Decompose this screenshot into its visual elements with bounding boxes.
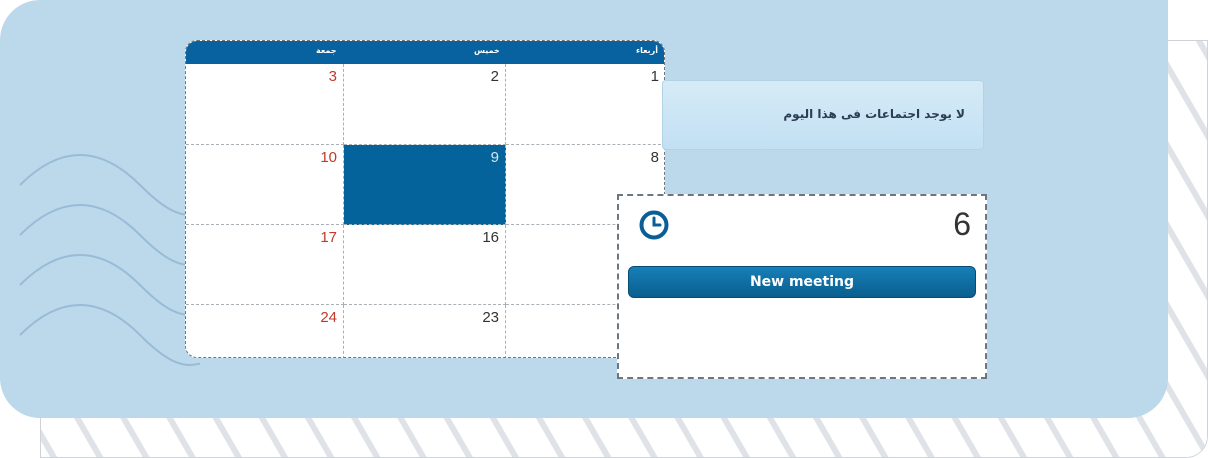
notice-text: لا يوجد اجتماعات فى هذا اليوم: [783, 107, 965, 121]
day-number: 17: [320, 229, 337, 246]
day-number: 23: [482, 309, 499, 326]
day-number: 9: [490, 149, 499, 166]
no-meetings-notice: لا يوجد اجتماعات فى هذا اليوم: [662, 80, 984, 150]
day-cell[interactable]: 16: [344, 225, 506, 305]
day-number: 8: [650, 149, 659, 166]
month-calendar: جمعة خميس أربعاء 3 2 1 10 9 8 17 16 24 2…: [185, 40, 665, 358]
day-cell[interactable]: 10: [186, 145, 344, 225]
calendar-grid: 3 2 1 10 9 8 17 16 24 23: [186, 64, 664, 357]
waves-decoration: [19, 154, 200, 366]
day-cell-selected[interactable]: 9: [344, 145, 506, 225]
weekday-header: جمعة خميس أربعاء: [186, 41, 664, 64]
day-number: 16: [482, 229, 499, 246]
clock-icon: [639, 210, 669, 240]
new-meeting-button[interactable]: New meeting: [628, 266, 976, 298]
day-number: 24: [320, 309, 337, 326]
day-cell[interactable]: 17: [186, 225, 344, 305]
day-cell[interactable]: 3: [186, 64, 344, 145]
day-cell[interactable]: 23: [344, 305, 506, 357]
day-cell[interactable]: 2: [344, 64, 506, 145]
day-detail-card: 6 New meeting: [617, 194, 987, 379]
weekday-thursday: خميس: [474, 46, 500, 55]
day-cell[interactable]: 24: [186, 305, 344, 357]
day-cell[interactable]: 1: [506, 64, 664, 145]
selected-day-number: 6: [953, 206, 971, 242]
day-number: 10: [320, 149, 337, 166]
weekday-friday: جمعة: [316, 46, 337, 55]
day-number: 1: [650, 68, 659, 85]
day-number: 2: [490, 68, 499, 85]
weekday-wednesday: أربعاء: [636, 46, 658, 55]
day-number: 3: [328, 68, 337, 85]
